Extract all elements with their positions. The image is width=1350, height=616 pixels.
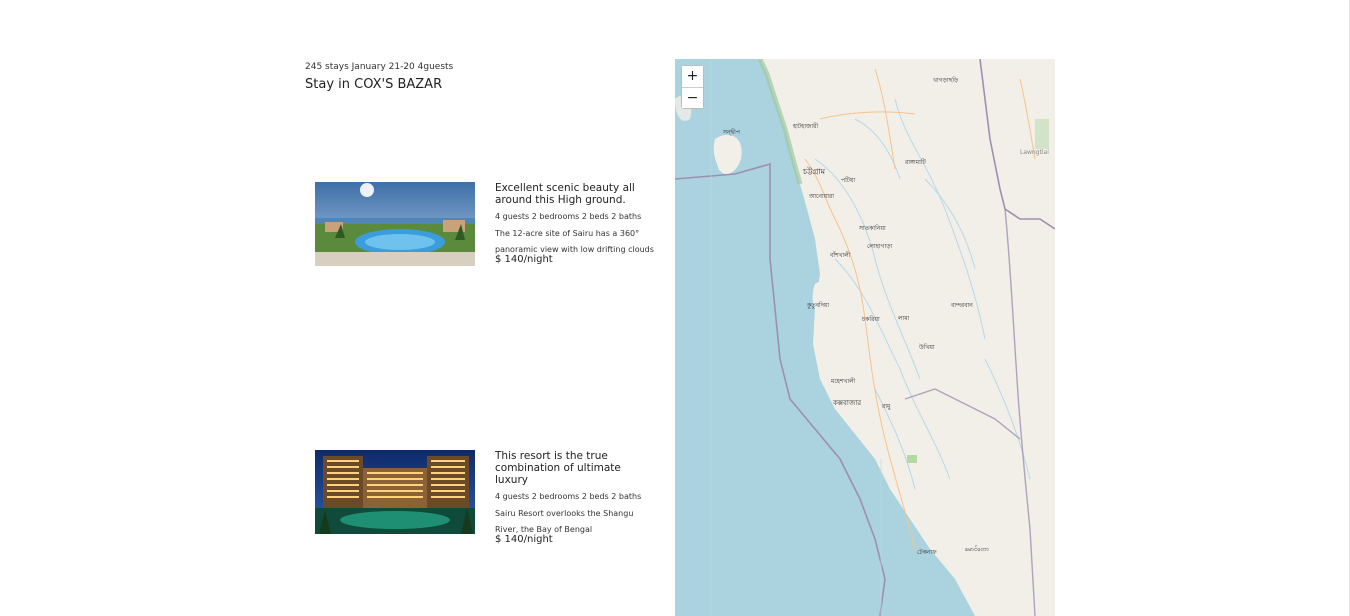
map-label-ramu: রামু (882, 403, 891, 410)
results-header: 245 stays January 21-20 4guests Stay in … (305, 62, 453, 92)
map-label-maungdaw: မောင်တော (965, 546, 990, 553)
map-label-kutubdia: কুতুবদিয়া (807, 302, 830, 309)
map-label-coxs-bazar: কক্সবাজার (833, 399, 862, 407)
map-label-lohagara: লোহাগাড়া (867, 243, 893, 250)
map-tiles (675, 59, 1055, 616)
listing-specs: 4 guests 2 bedrooms 2 beds 2 baths (495, 212, 642, 221)
map-label-lama: লামা (898, 315, 910, 322)
map-label-hathazari: হাটহাজারী (793, 123, 819, 130)
zoom-in-button[interactable]: + (682, 66, 703, 87)
map-view[interactable]: সন্দ্বীপ হাটহাজারী চট্টগ্রাম পটিয়া আনোয… (675, 59, 1055, 616)
map-label-satkania: সাতকানিয়া (859, 225, 886, 232)
listing-card[interactable]: This resort is the true combination of u… (315, 450, 660, 545)
map-label-sandwip: সন্দ্বীপ (723, 129, 740, 136)
map-zoom-control: + − (681, 65, 704, 109)
listing-title[interactable]: Excellent scenic beauty all around this … (495, 182, 655, 206)
stays-summary: 245 stays January 21-20 4guests (305, 62, 454, 72)
map-label-rangamati: রাঙ্গামাটি (905, 159, 926, 166)
map-label-chattogram: চট্টগ্রাম (803, 167, 826, 176)
map-label-lawngtlai: Lawngtlai (1020, 149, 1049, 156)
map-label-bandarban: বান্দরবান (951, 302, 973, 309)
map-label-patiya: পটিয়া (841, 177, 856, 184)
map-label-anowara: আনোয়ারা (809, 193, 835, 200)
map-label-maheshkhali: মহেশখালী (831, 378, 856, 385)
map-label-teknaf: টেকনাফ (917, 549, 937, 556)
listing-title[interactable]: This resort is the true combination of u… (495, 450, 655, 486)
listing-specs: 4 guests 2 bedrooms 2 beds 2 baths (495, 492, 642, 501)
listing-info: Excellent scenic beauty all around this … (495, 182, 655, 266)
page-title: Stay in COX'S BAZAR (305, 77, 443, 92)
map-label-banshkhali: বাঁশখালী (830, 252, 851, 259)
map-label-khagrachari: খাগড়াছড়ি (933, 77, 959, 84)
listing-card[interactable]: Excellent scenic beauty all around this … (315, 182, 660, 274)
listing-photo[interactable] (315, 450, 475, 534)
map-label-ukhia: উখিয়া (919, 344, 935, 351)
listing-photo[interactable] (315, 182, 475, 266)
listing-info: This resort is the true combination of u… (495, 450, 655, 546)
zoom-out-button[interactable]: − (682, 87, 703, 108)
map-label-chakaria: চকরিয়া (862, 316, 880, 323)
